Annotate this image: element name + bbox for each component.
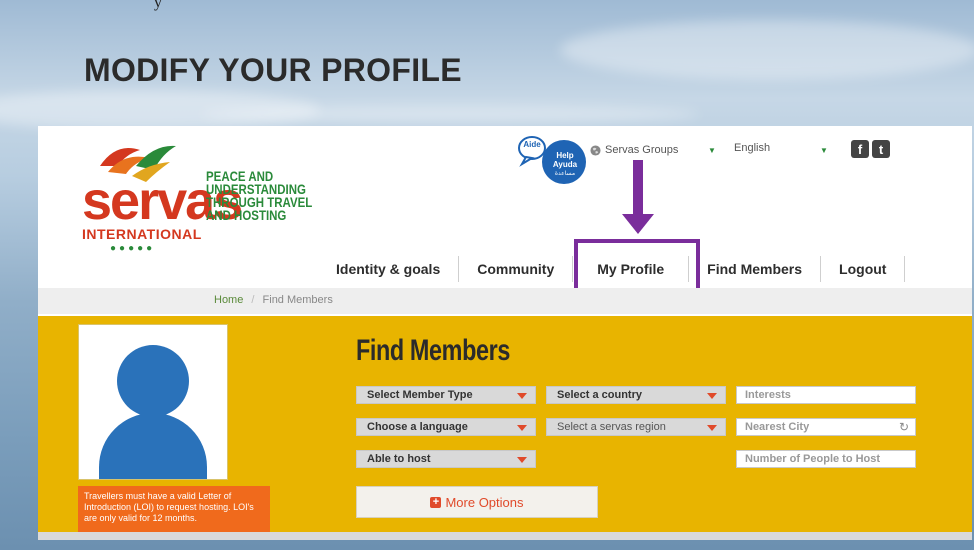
annotation-arrow-shaft [633,160,643,216]
nearest-city-input[interactable]: Nearest City ↻ [736,418,916,436]
more-options-button[interactable]: + More Options [356,486,598,518]
find-members-panel: Travellers must have a valid Letter of I… [38,316,972,540]
people-to-host-placeholder: Number of People to Host [745,453,881,465]
logo-dots: ●●●●● [110,243,156,254]
interests-input[interactable]: Interests [736,386,916,404]
chevron-down-icon [707,393,717,399]
twitter-icon[interactable]: t [872,140,890,158]
facebook-icon[interactable]: f [851,140,869,158]
nav-identity-goals[interactable]: Identity & goals [318,256,460,282]
able-to-host-select[interactable]: Able to host [356,450,536,468]
chevron-down-icon [517,393,527,399]
slide-top-fragment: y [154,0,162,11]
sky-cloud [560,20,974,80]
tagline: PEACE AND UNDERSTANDING THROUGH TRAVEL A… [206,168,313,223]
breadcrumb-separator: / [251,294,255,306]
language-label: Choose a language [367,421,468,433]
member-type-label: Select Member Type [367,389,473,401]
chevron-down-icon [517,457,527,463]
servas-groups-label: Servas Groups [605,144,679,156]
help-badge-arabic: مساعدة [555,170,575,177]
region-select[interactable]: Select a servas region [546,418,726,436]
nearest-city-placeholder: Nearest City [745,421,810,433]
social-links: f t [851,140,890,158]
avatar-body-shape [99,413,207,479]
help-badge-aide: Aide [523,140,541,149]
people-to-host-input[interactable]: Number of People to Host [736,450,916,468]
nav-find-members[interactable]: Find Members [689,256,822,282]
servas-groups-dropdown[interactable]: Servas Groups [590,144,678,156]
breadcrumb-current: Find Members [262,294,333,306]
sky-cloud [200,105,700,123]
region-label: Select a servas region [557,421,666,433]
nav-community[interactable]: Community [459,256,574,282]
logo-international: INTERNATIONAL [82,226,202,242]
member-type-select[interactable]: Select Member Type [356,386,536,404]
country-select[interactable]: Select a country [546,386,726,404]
globe-icon [590,144,601,156]
annotation-arrow-head [622,214,654,234]
find-members-title: Find Members [356,334,510,367]
nav-logout[interactable]: Logout [821,256,906,282]
more-options-label: More Options [445,494,524,510]
chevron-down-icon [707,425,717,431]
chevron-down-icon [517,425,527,431]
avatar-head-shape [117,345,189,417]
slide-title: MODIFY YOUR PROFILE [84,52,462,88]
interests-placeholder: Interests [745,389,791,401]
servas-website: servas INTERNATIONAL ●●●●● PEACE AND UND… [38,126,972,540]
help-badge-help: Help [556,151,573,160]
chevron-down-icon[interactable]: ▼ [708,146,716,155]
plus-icon: + [430,496,442,508]
language-select[interactable]: Choose a language [356,418,536,436]
help-badge-icon[interactable]: Aide Help Ayuda مساعدة [516,132,592,188]
language-dropdown[interactable]: English [734,142,770,154]
avatar[interactable] [78,324,228,480]
breadcrumb: Home / Find Members [214,294,333,306]
breadcrumb-home[interactable]: Home [214,294,243,306]
country-label: Select a country [557,389,642,401]
page-bottom-strip [38,532,972,540]
able-to-host-label: Able to host [367,453,431,465]
breadcrumb-bar: Home / Find Members [38,288,972,314]
refresh-icon[interactable]: ↻ [899,420,909,434]
help-badge-ayuda: Ayuda [553,160,578,169]
chevron-down-icon[interactable]: ▼ [820,146,828,155]
